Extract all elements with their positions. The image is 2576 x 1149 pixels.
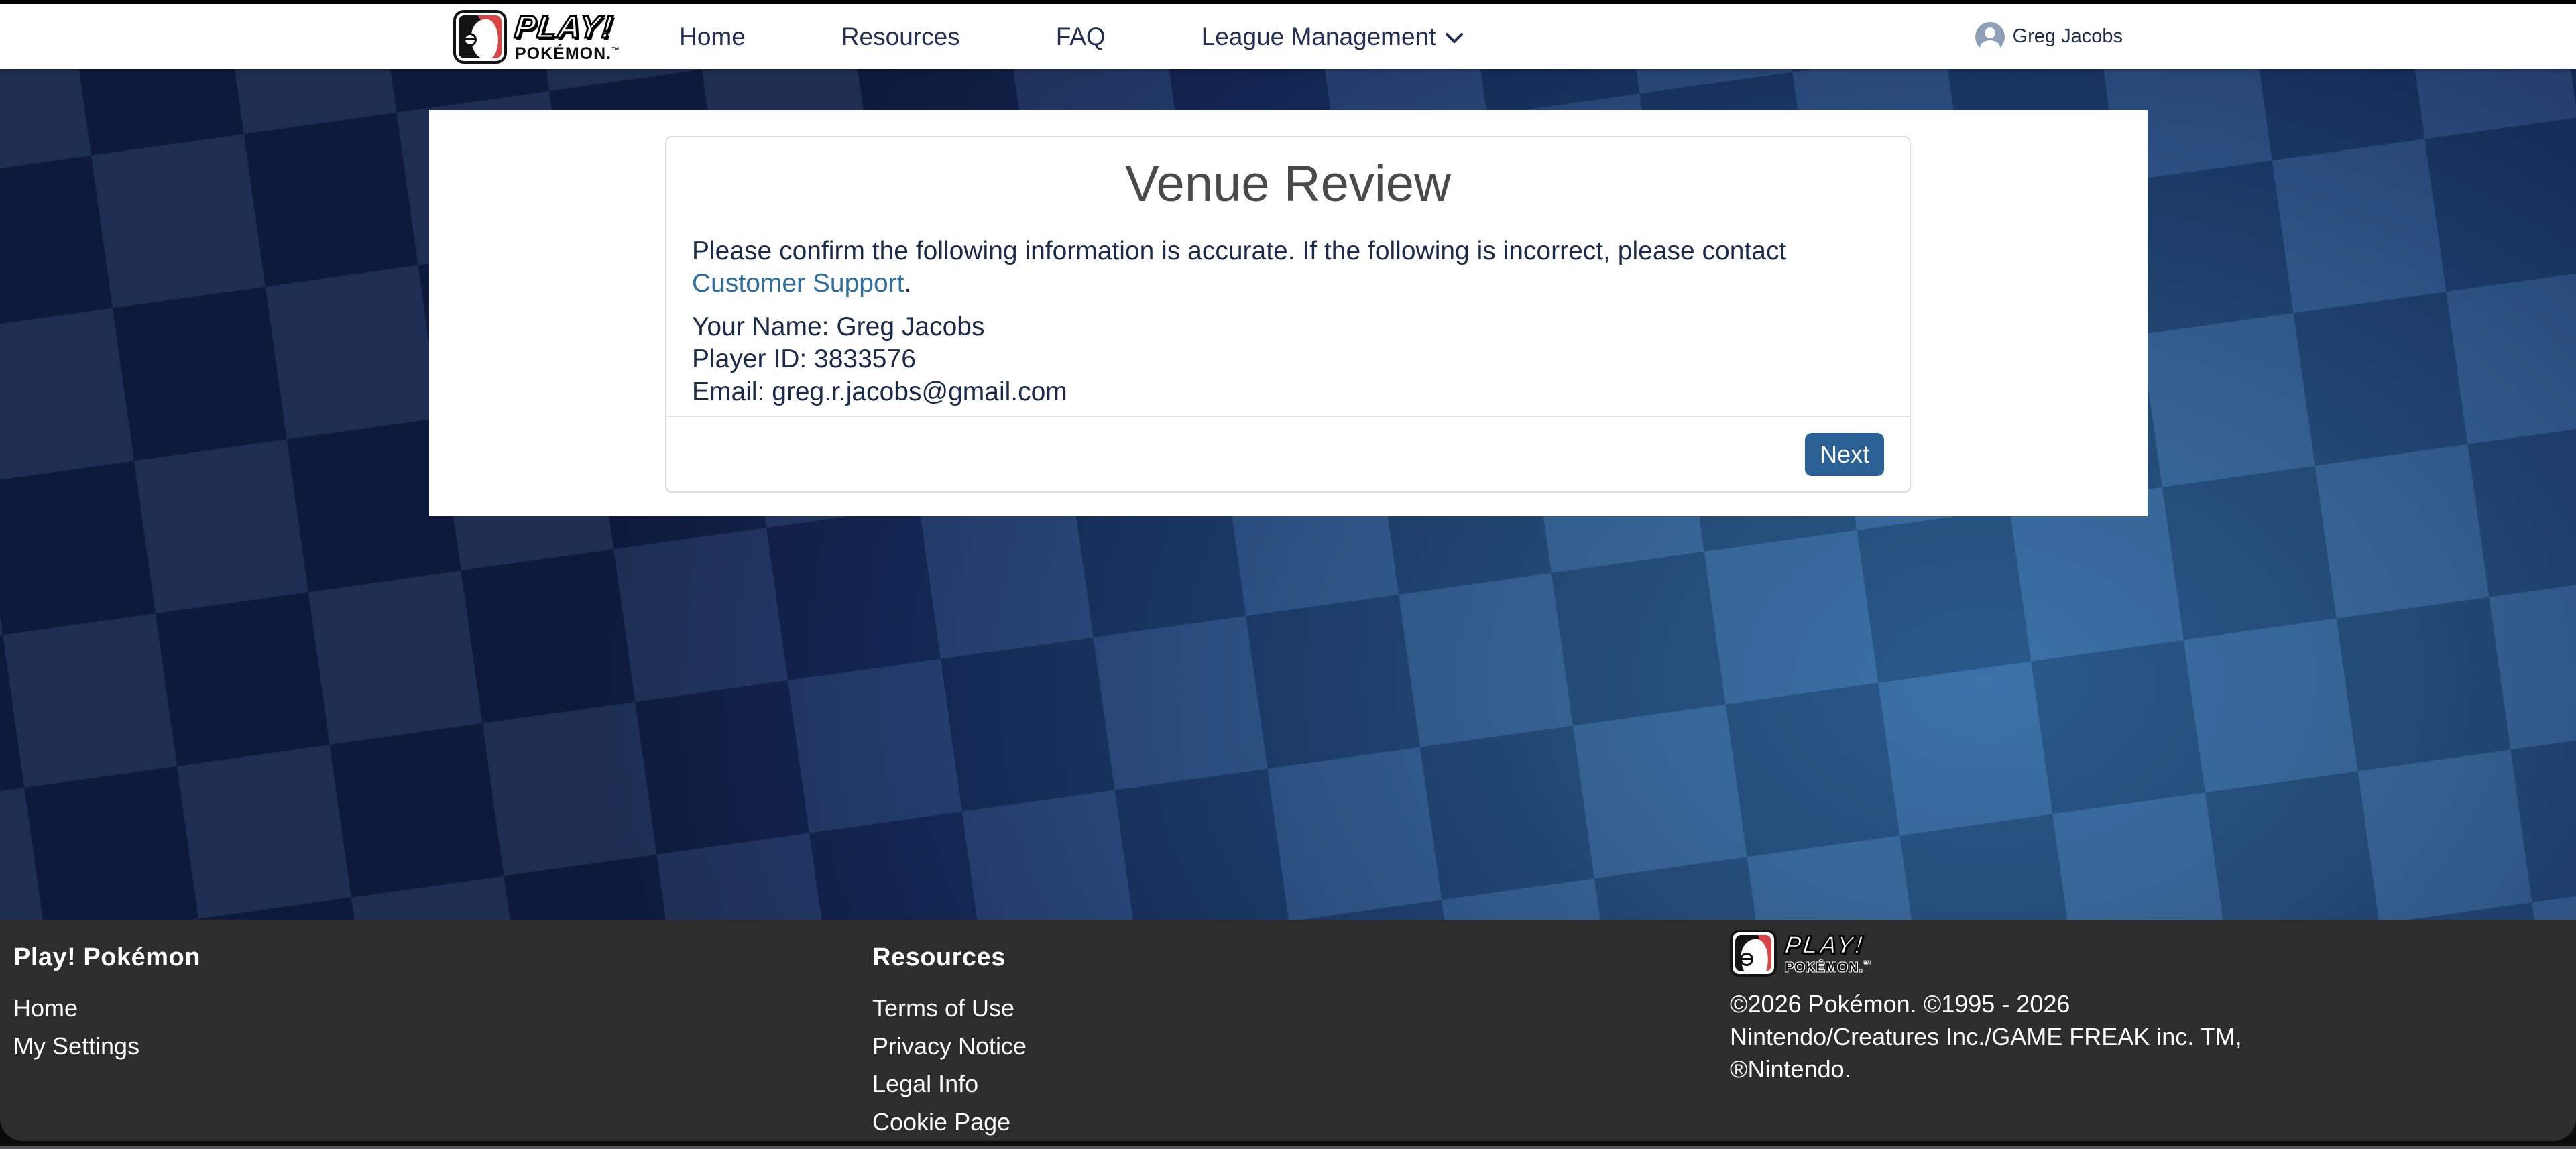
footer-area: Play! Pokémon Home My Settings Resources… — [0, 920, 2576, 1149]
chevron-down-icon — [1445, 32, 1464, 44]
brand-pokemon-text: POKÉMON.™ — [1785, 960, 1872, 975]
footer-link-my-settings[interactable]: My Settings — [13, 1032, 139, 1060]
next-button[interactable]: Next — [1805, 433, 1884, 476]
footer-link-cookie-page[interactable]: Cookie Page — [872, 1108, 1010, 1136]
play-pokemon-logo-icon — [453, 10, 507, 64]
copyright-text: ©2026 Pokémon. ©1995 - 2026 Nintendo/Cre… — [1730, 988, 2242, 1086]
player-email-line: Email: greg.r.jacobs@gmail.com — [692, 376, 1884, 409]
brand-play-text: PLAY! — [514, 11, 622, 42]
user-menu[interactable]: Greg Jacobs — [1975, 22, 2123, 52]
user-name: Greg Jacobs — [2013, 25, 2123, 48]
venue-review-panel: Venue Review Please confirm the followin… — [665, 136, 1911, 493]
footer-heading: Resources — [872, 943, 1047, 972]
site-footer: Play! Pokémon Home My Settings Resources… — [0, 920, 2576, 1141]
footer-link-home[interactable]: Home — [13, 994, 78, 1022]
footer-link-privacy-notice[interactable]: Privacy Notice — [872, 1032, 1027, 1060]
footer-link-terms-of-use[interactable]: Terms of Use — [872, 994, 1014, 1022]
footer-column-play-pokemon: Play! Pokémon Home My Settings — [13, 943, 200, 1068]
nav-link-home[interactable]: Home — [679, 23, 746, 51]
nav-link-resources[interactable]: Resources — [841, 23, 960, 51]
navbar: PLAY! POKÉMON.™ Home Resources FAQ Leagu… — [0, 4, 2576, 69]
footer-column-resources: Resources Terms of Use Privacy Notice Le… — [872, 943, 1047, 1149]
trademark-symbol: ™ — [611, 46, 620, 55]
footer-play-pokemon-logo: PLAY! POKÉMON.™ — [1730, 930, 2242, 977]
play-pokemon-logo-icon — [1730, 930, 1777, 977]
customer-support-link[interactable]: Customer Support — [692, 269, 904, 298]
checkered-background: Venue Review Please confirm the followin… — [0, 69, 2576, 920]
bottom-edge — [0, 1141, 2576, 1149]
nav-link-faq[interactable]: FAQ — [1056, 23, 1106, 51]
player-id-line: Player ID: 3833576 — [692, 343, 1884, 376]
footer-link-legal-info[interactable]: Legal Info — [872, 1070, 978, 1097]
nav-link-league-management[interactable]: League Management — [1202, 23, 1464, 51]
trademark-symbol: ™ — [1863, 959, 1872, 969]
footer-column-brand: PLAY! POKÉMON.™ ©2026 Pokémon. ©1995 - 2… — [1730, 930, 2242, 1086]
user-avatar-icon — [1975, 22, 2005, 52]
page-title: Venue Review — [692, 156, 1884, 213]
content-card: Venue Review Please confirm the followin… — [429, 110, 2148, 516]
confirmation-text: Please confirm the following information… — [692, 235, 1884, 300]
main-nav: Home Resources FAQ League Management — [679, 23, 1464, 51]
brand-play-text: PLAY! — [1783, 932, 1873, 957]
footer-heading: Play! Pokémon — [13, 943, 200, 972]
player-info: Your Name: Greg Jacobs Player ID: 383357… — [692, 311, 1884, 409]
panel-footer: Next — [666, 416, 1910, 491]
play-pokemon-logo[interactable]: PLAY! POKÉMON.™ — [453, 10, 620, 64]
player-name-line: Your Name: Greg Jacobs — [692, 311, 1884, 344]
brand-pokemon-text: POKÉMON.™ — [515, 46, 620, 62]
